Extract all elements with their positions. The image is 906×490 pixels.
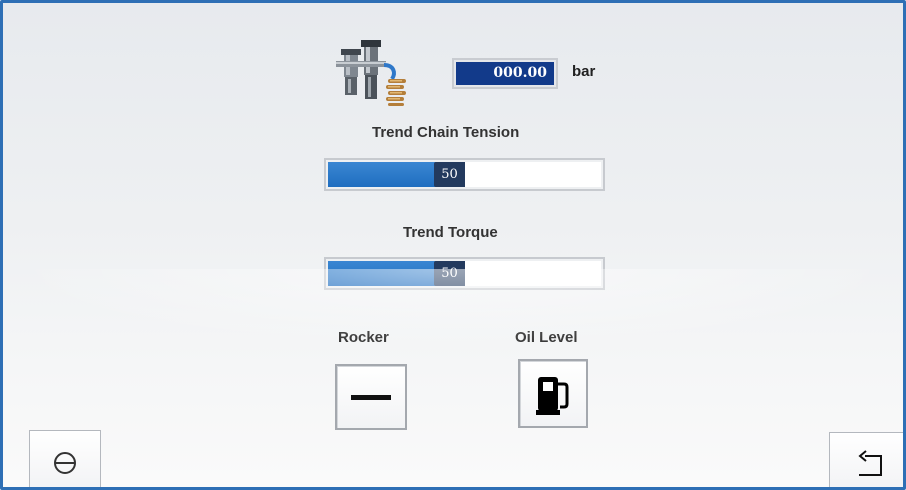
left-corner-button[interactable] <box>29 430 101 487</box>
fuel-pump-icon <box>536 376 569 415</box>
pressure-display: 000.00 <box>452 58 558 89</box>
trend-chain-tension-bar: 50 <box>324 158 605 191</box>
trend-chain-tension-label: Trend Chain Tension <box>372 124 520 141</box>
pneumatic-filter-icon <box>336 40 406 106</box>
return-button[interactable] <box>829 432 903 487</box>
circle-minus-icon <box>54 452 76 474</box>
rocker-button[interactable] <box>335 364 407 430</box>
pressure-unit: bar <box>572 63 596 80</box>
bar-track: 50 <box>328 261 601 286</box>
trend-torque-label: Trend Torque <box>403 224 498 241</box>
return-arrow-icon <box>858 450 882 476</box>
hmi-screen: 000.00 bar Trend Chain Tension 50 Trend … <box>0 0 906 490</box>
trend-torque-bar: 50 <box>324 257 605 290</box>
rocker-label: Rocker <box>338 329 389 346</box>
oil-level-label: Oil Level <box>515 329 578 346</box>
trend-chain-tension-value: 50 <box>434 162 465 187</box>
oil-level-button[interactable] <box>518 359 588 428</box>
dash-icon <box>351 394 391 400</box>
bar-track: 50 <box>328 162 601 187</box>
pressure-value: 000.00 <box>456 62 554 85</box>
trend-torque-value: 50 <box>434 261 465 286</box>
